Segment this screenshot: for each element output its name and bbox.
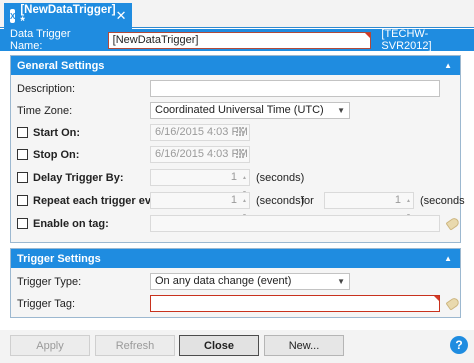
start-on-label: Start On:: [33, 126, 81, 139]
help-icon[interactable]: ?: [450, 336, 468, 354]
close-icon[interactable]: ✕: [116, 8, 127, 24]
description-label: Description:: [17, 82, 76, 95]
enable-on-tag-label: Enable on tag:: [33, 217, 109, 230]
trigger-tag-input[interactable]: [150, 295, 440, 312]
spinner-arrows-icon[interactable]: ▲▼: [241, 194, 248, 219]
delay-unit-label: (seconds): [256, 171, 305, 184]
repeat-trigger-stepper[interactable]: 1 ▲▼: [150, 192, 250, 219]
repeat-for-stepper[interactable]: 1 ▲▼: [324, 192, 414, 219]
enable-on-tag-input[interactable]: [150, 215, 440, 232]
start-on-value: 6/16/2015 4:03 PM: [155, 126, 248, 138]
trigger-tag-label: Trigger Tag:: [17, 297, 76, 310]
general-settings-title: General Settings: [17, 59, 105, 72]
trigger-settings-panel: Trigger Settings ▲ Trigger Type: On any …: [10, 248, 461, 318]
for-label: for: [301, 194, 314, 207]
start-on-datetime[interactable]: 6/16/2015 4:03 PM: [150, 124, 250, 141]
description-input[interactable]: [150, 80, 440, 97]
tab-title: [NewDataTrigger] *: [20, 4, 116, 28]
general-settings-header[interactable]: General Settings ▲: [11, 56, 460, 75]
trigger-settings-header[interactable]: Trigger Settings ▲: [11, 249, 460, 268]
repeat-unit-label: (seconds): [256, 194, 305, 207]
calendar-icon[interactable]: [236, 127, 246, 137]
general-settings-panel: General Settings ▲ Description: Time Zon…: [10, 55, 465, 243]
dropdown-arrow-icon: ▼: [337, 106, 345, 115]
name-bar: Data Trigger Name: [NewDataTrigger] [TEC…: [0, 28, 474, 52]
tag-icon[interactable]: [445, 216, 461, 231]
dropdown-arrow-icon: ▼: [337, 277, 345, 286]
apply-button[interactable]: Apply: [10, 335, 90, 356]
timezone-select[interactable]: Coordinated Universal Time (UTC) ▼: [150, 102, 350, 119]
tag-icon[interactable]: [445, 296, 461, 311]
trigger-settings-title: Trigger Settings: [17, 252, 101, 265]
tab-strip: X [NewDataTrigger] * ✕: [0, 0, 474, 29]
delay-trigger-checkbox[interactable]: [17, 172, 28, 183]
stop-on-label: Stop On:: [33, 148, 80, 161]
server-label: [TECHW-SVR2012]: [381, 28, 432, 52]
button-bar: Apply Refresh Close New... ?: [0, 330, 474, 363]
stop-on-datetime[interactable]: 6/16/2015 4:03 PM: [150, 146, 250, 163]
trigger-type-label: Trigger Type:: [17, 275, 82, 288]
for-unit-label: (seconds: [420, 194, 465, 207]
spinner-arrows-icon[interactable]: ▲▼: [405, 194, 412, 219]
calendar-icon[interactable]: [236, 149, 246, 159]
timezone-value: Coordinated Universal Time (UTC): [155, 104, 324, 116]
refresh-button[interactable]: Refresh: [95, 335, 175, 356]
collapse-up-icon[interactable]: ▲: [444, 61, 452, 70]
trigger-type-value: On any data change (event): [155, 275, 292, 287]
new-button[interactable]: New...: [264, 335, 344, 356]
delay-trigger-stepper[interactable]: 1 ▲▼: [150, 169, 250, 196]
timezone-label: Time Zone:: [17, 104, 73, 117]
tab-new-data-trigger[interactable]: X [NewDataTrigger] * ✕: [4, 3, 132, 29]
trigger-type-select[interactable]: On any data change (event) ▼: [150, 273, 350, 290]
close-button[interactable]: Close: [179, 335, 259, 356]
app-icon: X: [10, 9, 16, 23]
repeat-trigger-value: 1: [230, 194, 237, 206]
name-input[interactable]: [NewDataTrigger]: [107, 31, 372, 49]
collapse-up-icon[interactable]: ▲: [444, 254, 452, 263]
stop-on-checkbox[interactable]: [17, 149, 28, 160]
spinner-arrows-icon[interactable]: ▲▼: [241, 171, 248, 196]
repeat-for-value: 1: [394, 194, 401, 206]
delay-trigger-value: 1: [230, 171, 237, 183]
stop-on-value: 6/16/2015 4:03 PM: [155, 148, 248, 160]
start-on-checkbox[interactable]: [17, 127, 28, 138]
name-label: Data Trigger Name:: [10, 28, 71, 52]
enable-on-tag-checkbox[interactable]: [17, 218, 28, 229]
repeat-trigger-checkbox[interactable]: [17, 195, 28, 206]
delay-trigger-label: Delay Trigger By:: [33, 171, 124, 184]
